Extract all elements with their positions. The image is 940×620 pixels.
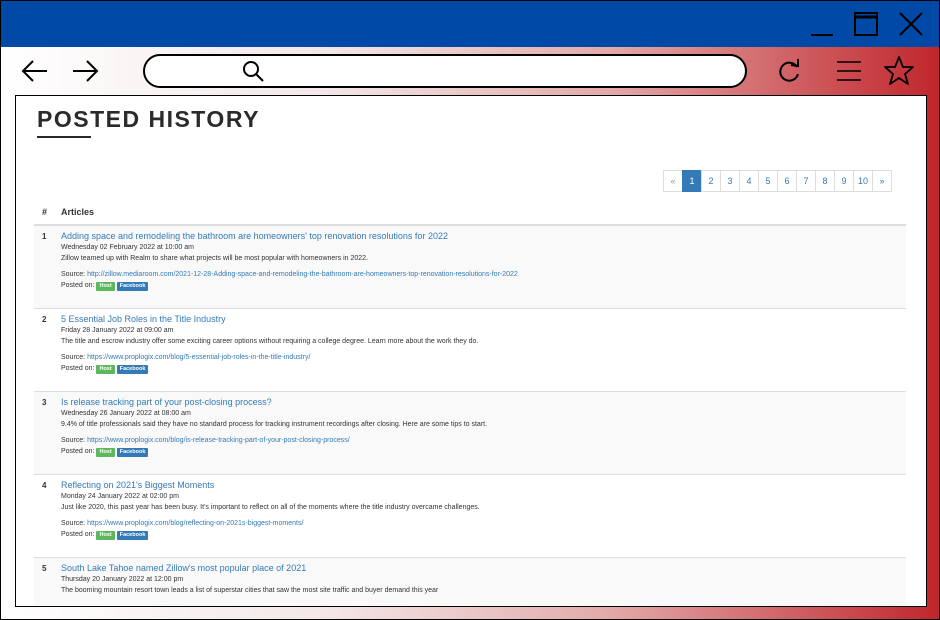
source-link[interactable]: http://zillow.mediaroom.com/2021-12-28-A… bbox=[87, 271, 518, 278]
table-header: # Articles bbox=[34, 206, 906, 226]
page-title: POSTED HISTORY bbox=[37, 106, 260, 132]
pagination-page-5[interactable]: 5 bbox=[758, 170, 778, 192]
posted-on-label: Posted on: bbox=[61, 282, 95, 289]
article-title-link[interactable]: 5 Essential Job Roles in the Title Indus… bbox=[61, 313, 896, 325]
article-summary: 9.4% of title professionals said they ha… bbox=[61, 421, 488, 428]
articles-table: 1 Adding space and remodeling the bathroo… bbox=[34, 226, 906, 606]
article-source: Source: https://www.proplogix.com/blog/5… bbox=[61, 353, 896, 363]
title-bar bbox=[1, 1, 939, 47]
table-row: 2 5 Essential Job Roles in the Title Indu… bbox=[34, 309, 906, 392]
posted-on: Posted on: Host Facebook bbox=[61, 281, 896, 291]
source-link[interactable]: https://www.proplogix.com/blog/5-essenti… bbox=[87, 354, 310, 361]
address-bar[interactable] bbox=[143, 54, 747, 88]
page-content: POSTED HISTORY «1 2 3 4 5 6 7 8 9 10» # Articles … bbox=[15, 95, 927, 607]
close-icon[interactable] bbox=[894, 7, 928, 41]
badge-host: Host bbox=[96, 448, 115, 457]
article-cell: Adding space and remodeling the bathroom… bbox=[61, 230, 896, 291]
maximize-icon[interactable] bbox=[849, 7, 883, 41]
row-number: 5 bbox=[42, 564, 47, 573]
column-header-number: # bbox=[42, 207, 48, 217]
article-date: Wednesday 02 February 2022 at 10:00 am bbox=[61, 244, 194, 251]
source-link[interactable]: https://www.proplogix.com/blog/is-releas… bbox=[87, 437, 350, 444]
arrow-left-icon[interactable] bbox=[17, 53, 53, 89]
row-number: 4 bbox=[42, 481, 47, 490]
source-label: Source: bbox=[61, 437, 88, 444]
badge-facebook: Facebook bbox=[116, 282, 149, 291]
badge-facebook: Facebook bbox=[116, 531, 149, 540]
article-source: Source: https://www.proplogix.com/blog/i… bbox=[61, 436, 896, 446]
pagination-page-10[interactable]: 10 bbox=[853, 170, 873, 192]
posted-on: Posted on: Host Facebook bbox=[61, 530, 896, 540]
article-title-link[interactable]: Adding space and remodeling the bathroom… bbox=[61, 230, 896, 242]
article-summary: Zillow teamed up with Realm to share wha… bbox=[61, 255, 368, 262]
posted-on: Posted on: Host Facebook bbox=[61, 447, 896, 457]
pagination-page-1[interactable]: 1 bbox=[682, 170, 702, 192]
pagination-page-3[interactable]: 3 bbox=[720, 170, 740, 192]
row-number: 3 bbox=[42, 398, 47, 407]
posted-on-label: Posted on: bbox=[61, 531, 95, 538]
star-icon[interactable] bbox=[881, 53, 917, 89]
badge-host: Host bbox=[96, 282, 115, 291]
article-date: Thursday 20 January 2022 at 12:00 pm bbox=[61, 576, 184, 583]
source-label: Source: bbox=[61, 520, 88, 527]
article-date: Wednesday 26 January 2022 at 08:00 am bbox=[61, 410, 191, 417]
article-summary: The booming mountain resort town leads a… bbox=[61, 587, 439, 594]
article-cell: 5 Essential Job Roles in the Title Indus… bbox=[61, 313, 896, 374]
article-title-link[interactable]: Is release tracking part of your post-cl… bbox=[61, 396, 896, 408]
posted-on-label: Posted on: bbox=[61, 448, 95, 455]
article-source: Source: http://zillow.mediaroom.com/2021… bbox=[61, 270, 896, 280]
badge-facebook: Facebook bbox=[116, 365, 149, 374]
article-source: Source: https://www.proplogix.com/blog/r… bbox=[61, 519, 896, 529]
minimize-icon[interactable] bbox=[805, 7, 839, 41]
table-row: 4 Reflecting on 2021's Biggest Moments Mon… bbox=[34, 475, 906, 558]
article-date: Monday 24 January 2022 at 02:00 pm bbox=[61, 493, 179, 500]
row-number: 2 bbox=[42, 315, 47, 324]
posted-on-label: Posted on: bbox=[61, 365, 95, 372]
source-label: Source: bbox=[61, 271, 88, 278]
column-header-articles: Articles bbox=[61, 207, 95, 217]
article-summary: The title and escrow industry offer some… bbox=[61, 338, 479, 345]
table-row: 1 Adding space and remodeling the bathroo… bbox=[34, 226, 906, 309]
badge-facebook: Facebook bbox=[116, 448, 149, 457]
article-cell: Is release tracking part of your post-cl… bbox=[61, 396, 896, 457]
article-cell: South Lake Tahoe named Zillow's most pop… bbox=[61, 562, 896, 596]
table-row: 3 Is release tracking part of your post-c… bbox=[34, 392, 906, 475]
pagination-page-4[interactable]: 4 bbox=[739, 170, 759, 192]
badge-host: Host bbox=[96, 365, 115, 374]
row-number: 1 bbox=[42, 232, 47, 241]
article-date: Friday 28 January 2022 at 09:00 am bbox=[61, 327, 174, 334]
reload-icon[interactable] bbox=[771, 53, 807, 89]
posted-on: Posted on: Host Facebook bbox=[61, 364, 896, 374]
pagination-page-8[interactable]: 8 bbox=[815, 170, 835, 192]
pagination-page-7[interactable]: 7 bbox=[796, 170, 816, 192]
pagination: «1 2 3 4 5 6 7 8 9 10» bbox=[663, 170, 892, 192]
pagination-page-2[interactable]: 2 bbox=[701, 170, 721, 192]
article-summary: Just like 2020, this past year has been … bbox=[61, 504, 480, 511]
title-underline bbox=[37, 136, 91, 138]
article-title-link[interactable]: South Lake Tahoe named Zillow's most pop… bbox=[61, 562, 896, 574]
pagination-prev[interactable]: « bbox=[663, 170, 683, 192]
pagination-page-9[interactable]: 9 bbox=[834, 170, 854, 192]
source-link[interactable]: https://www.proplogix.com/blog/reflectin… bbox=[87, 520, 303, 527]
table-row: 5 South Lake Tahoe named Zillow's most po… bbox=[34, 558, 906, 606]
source-label: Source: bbox=[61, 354, 88, 361]
article-title-link[interactable]: Reflecting on 2021's Biggest Moments bbox=[61, 479, 896, 491]
badge-host: Host bbox=[96, 531, 115, 540]
arrow-right-icon[interactable] bbox=[67, 53, 103, 89]
browser-window: POSTED HISTORY «1 2 3 4 5 6 7 8 9 10» # Articles … bbox=[0, 0, 940, 620]
pagination-next[interactable]: » bbox=[872, 170, 892, 192]
article-cell: Reflecting on 2021's Biggest Moments Mond… bbox=[61, 479, 896, 540]
hamburger-menu-icon[interactable] bbox=[831, 53, 867, 89]
pagination-page-6[interactable]: 6 bbox=[777, 170, 797, 192]
search-icon[interactable] bbox=[241, 59, 265, 83]
